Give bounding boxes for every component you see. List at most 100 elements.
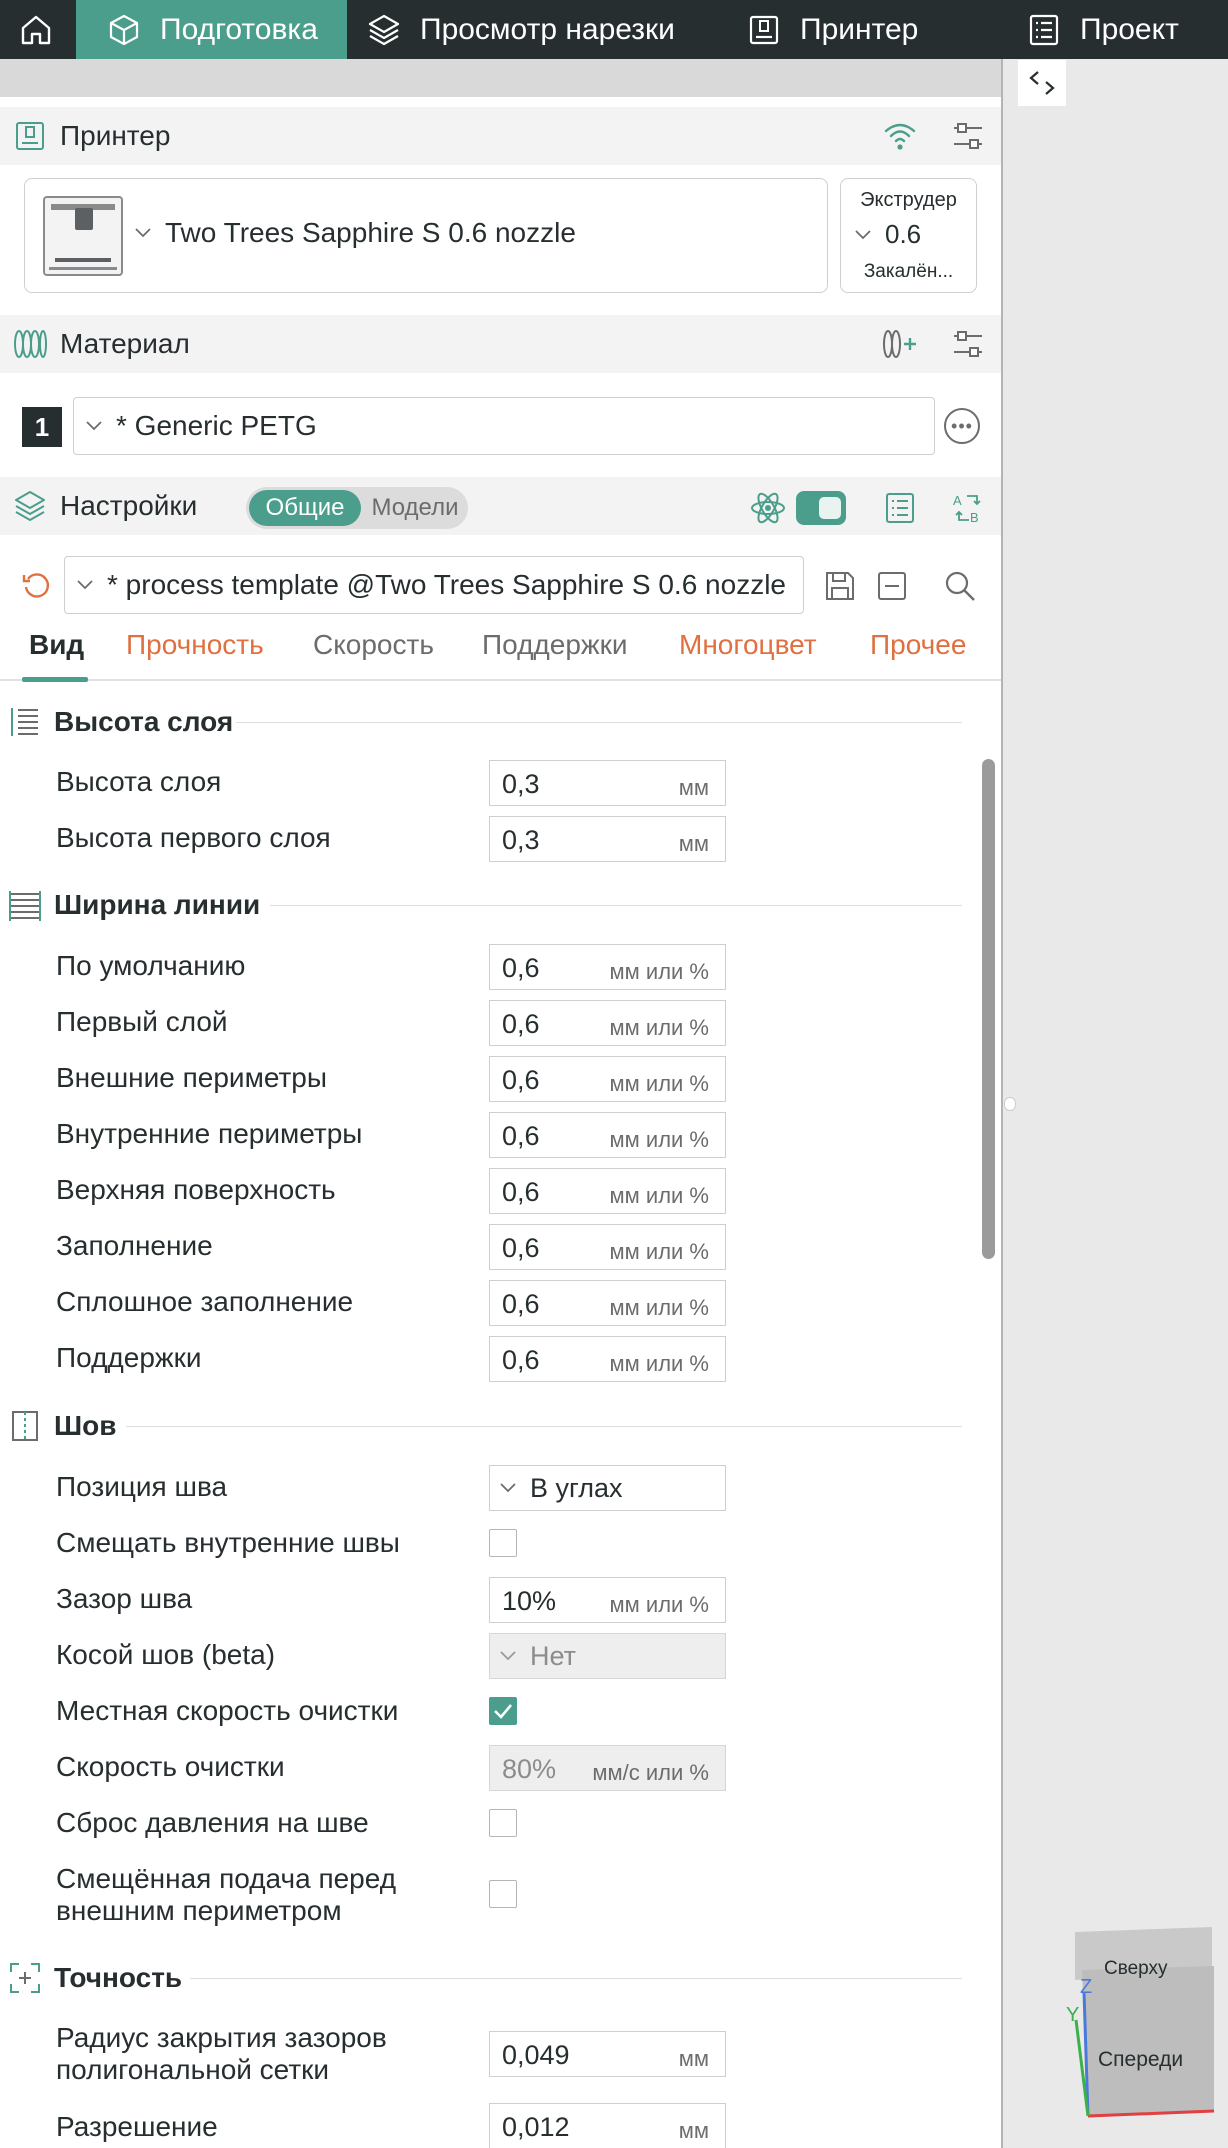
- seam-position-value: В углах: [530, 1472, 623, 1503]
- field-value: 0,049: [502, 2040, 570, 2070]
- stagger-inner-seams-checkbox[interactable]: [489, 1529, 517, 1557]
- save-preset-icon[interactable]: [820, 566, 860, 606]
- setting-label: Позиция шва: [56, 1471, 228, 1502]
- line-width-first-layer-input[interactable]: 0,6 мм или %: [489, 1000, 726, 1046]
- cube-icon: [104, 10, 144, 50]
- wipe-before-external-loop-checkbox[interactable]: [489, 1880, 517, 1908]
- line-width-infill-input[interactable]: 0,6 мм или %: [489, 1224, 726, 1270]
- setting-label: Высота слоя: [56, 766, 222, 797]
- reset-icon[interactable]: [18, 567, 54, 603]
- seam-gap-input[interactable]: 10% мм или %: [489, 1577, 726, 1623]
- field-unit: мм или %: [609, 1127, 709, 1152]
- field-unit: мм или %: [609, 1351, 709, 1376]
- line-width-support-input[interactable]: 0,6 мм или %: [489, 1336, 726, 1382]
- sidebar-drag-handle[interactable]: [1004, 1097, 1016, 1111]
- resolution-input[interactable]: 0,012 мм: [489, 2103, 726, 2148]
- field-unit: мм или %: [609, 1183, 709, 1208]
- line-width-solid-infill-input[interactable]: 0,6 мм или %: [489, 1280, 726, 1326]
- view-cube-top-label[interactable]: Сверху: [1104, 1958, 1168, 1980]
- setting-label: Заполнение: [56, 1230, 213, 1261]
- extruder-title: Экструдер: [860, 189, 957, 211]
- seam-pressure-reset-checkbox[interactable]: [489, 1809, 517, 1837]
- tab-printer[interactable]: Принтер: [744, 0, 974, 59]
- line-width-outer-wall-input[interactable]: 0,6 мм или %: [489, 1056, 726, 1102]
- layer-height-input[interactable]: 0,3 мм: [489, 760, 726, 806]
- delete-preset-icon[interactable]: [872, 566, 912, 606]
- filament-slot-number[interactable]: 1: [22, 407, 62, 447]
- atom-icon[interactable]: [748, 488, 788, 528]
- role-based-wipe-speed-checkbox[interactable]: [489, 1697, 517, 1725]
- svg-text:A: A: [953, 493, 962, 508]
- precision-icon: [8, 1961, 42, 1995]
- extruder-selector[interactable]: Экструдер 0.6 Закалён...: [840, 178, 977, 293]
- scarf-seam-combo[interactable]: Нет: [489, 1633, 726, 1679]
- toggle-objects[interactable]: Модели: [365, 490, 465, 526]
- compare-presets-icon[interactable]: AB: [948, 488, 988, 528]
- subtab-speed[interactable]: Скорость: [313, 629, 434, 661]
- divider: [270, 905, 962, 906]
- toggle-global[interactable]: Общие: [249, 490, 361, 526]
- group-precision-title: Точность: [54, 1962, 183, 1993]
- seam-position-combo[interactable]: В углах: [489, 1465, 726, 1511]
- printer-selector[interactable]: Two Trees Sapphire S 0.6 nozzle: [24, 178, 828, 293]
- subtab-others[interactable]: Прочее: [870, 629, 966, 661]
- filament-more-button[interactable]: •••: [944, 408, 980, 444]
- setting-label: Сплошное заполнение: [56, 1286, 354, 1317]
- field-unit: мм: [678, 2118, 709, 2143]
- checkmark-icon: [494, 1704, 512, 1719]
- axis-z-label: Z: [1080, 1976, 1093, 1998]
- field-value: 0,3: [502, 825, 540, 855]
- printer-name-combo[interactable]: Two Trees Sapphire S 0.6 nozzle: [135, 217, 576, 249]
- view-cube-front-label[interactable]: Спереди: [1098, 2048, 1183, 2072]
- collapse-arrows-icon: [1029, 71, 1055, 95]
- setting-label: Смещённая подача перед: [56, 1863, 397, 1894]
- filament-combo[interactable]: * Generic PETG: [73, 397, 935, 455]
- field-unit: мм или %: [609, 1071, 709, 1096]
- subtab-multimaterial[interactable]: Многоцвет: [679, 629, 817, 661]
- list-icon[interactable]: [880, 488, 920, 528]
- field-value: 0,6: [502, 1345, 540, 1375]
- settings-section-header: Настройки: [0, 477, 1001, 535]
- subtab-quality[interactable]: Вид: [29, 629, 84, 661]
- line-width-inner-wall-input[interactable]: 0,6 мм или %: [489, 1112, 726, 1158]
- home-button[interactable]: [0, 0, 72, 59]
- group-line-width: Ширина линии: [0, 885, 962, 925]
- layers-icon: [364, 10, 404, 50]
- chevron-down-icon: [500, 1483, 516, 1493]
- chevron-down-icon: [135, 228, 151, 238]
- process-preset-combo[interactable]: * process template @Two Trees Sapphire S…: [64, 556, 804, 614]
- printer-settings-sliders-icon[interactable]: [948, 116, 988, 156]
- slice-closing-radius-input[interactable]: 0,049 мм: [489, 2031, 726, 2077]
- active-subtab-indicator: [22, 677, 88, 682]
- 3d-viewport[interactable]: [1003, 59, 1228, 2148]
- axis-y-label: Y: [1066, 2004, 1080, 2026]
- top-navigation-bar: Подготовка Просмотр нарезки Принтер Прое…: [0, 0, 1228, 59]
- collapse-panel-button[interactable]: [1018, 60, 1066, 106]
- wipe-speed-input[interactable]: 80% мм/с или %: [489, 1745, 726, 1791]
- extruder-nozzle-combo[interactable]: 0.6: [855, 219, 921, 250]
- advanced-mode-switch[interactable]: [796, 491, 846, 525]
- first-layer-height-input[interactable]: 0,3 мм: [489, 816, 726, 862]
- subtab-strength[interactable]: Прочность: [126, 629, 264, 661]
- material-settings-sliders-icon[interactable]: [948, 324, 988, 364]
- line-width-top-surface-input[interactable]: 0,6 мм или %: [489, 1168, 726, 1214]
- panel-splitter[interactable]: [1001, 59, 1003, 2148]
- line-width-default-input[interactable]: 0,6 мм или %: [489, 944, 726, 990]
- tab-slice-preview[interactable]: Просмотр нарезки: [364, 0, 724, 59]
- setting-label: Внешние периметры: [56, 1062, 327, 1093]
- subtab-support[interactable]: Поддержки: [482, 629, 628, 661]
- field-unit: мм или %: [609, 959, 709, 984]
- wifi-icon[interactable]: [880, 116, 920, 156]
- global-objects-toggle[interactable]: Общие Модели: [246, 487, 468, 529]
- settings-scrollbar[interactable]: [982, 759, 995, 1259]
- chevron-down-icon: [500, 1651, 516, 1661]
- search-icon[interactable]: [940, 566, 980, 606]
- tab-prepare[interactable]: Подготовка: [76, 0, 347, 59]
- view-cube[interactable]: Сверху Спереди Z Y: [1060, 1920, 1228, 2148]
- add-filament-icon[interactable]: [880, 324, 920, 364]
- tab-printer-label: Принтер: [800, 12, 919, 46]
- divider: [190, 1978, 962, 1979]
- tab-project[interactable]: Проект: [1024, 0, 1228, 59]
- field-unit: мм: [678, 775, 709, 800]
- group-line-width-title: Ширина линии: [54, 889, 261, 920]
